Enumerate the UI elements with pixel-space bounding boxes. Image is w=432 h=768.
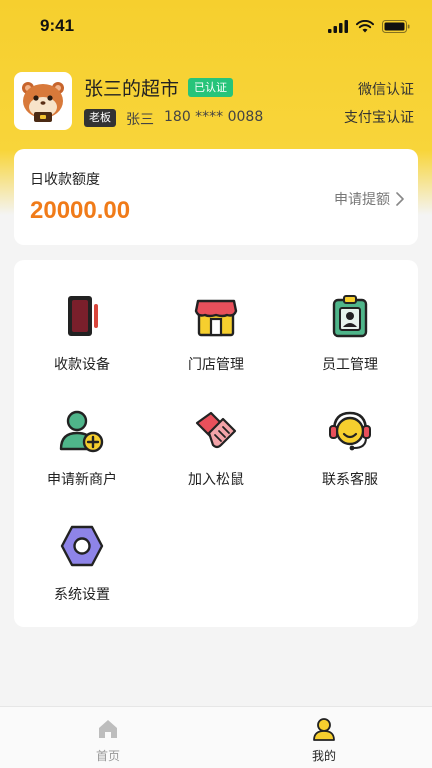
- apply-quota-label: 申请提额: [334, 192, 390, 208]
- tab-home[interactable]: 首页: [0, 707, 216, 768]
- alipay-auth-link[interactable]: 支付宝认证: [344, 107, 414, 127]
- avatar[interactable]: [14, 72, 72, 130]
- owner-name: 张三: [126, 112, 154, 128]
- profile-icon: [313, 718, 335, 741]
- menu-item-payment-device[interactable]: 收款设备: [22, 292, 142, 392]
- handshake-icon: [192, 407, 240, 455]
- menu-label: 收款设备: [54, 357, 110, 373]
- menu-label: 门店管理: [188, 357, 244, 373]
- merchant-profile: 张三的超市 已认证 老板 张三 180 **** 0088 微信认证 支付宝认证: [14, 72, 418, 130]
- menu-item-customer-service[interactable]: 联系客服: [290, 407, 410, 507]
- owner-phone: 180 **** 0088: [164, 109, 264, 125]
- home-icon: [99, 720, 117, 738]
- status-icons: [328, 19, 410, 33]
- wechat-auth-link[interactable]: 微信认证: [358, 79, 414, 99]
- tab-mine[interactable]: 我的: [216, 707, 432, 768]
- menu-label: 员工管理: [322, 357, 378, 373]
- menu-label: 系统设置: [54, 587, 110, 603]
- quota-value: 20000.00: [30, 197, 131, 224]
- status-bar: 9:41: [0, 0, 432, 52]
- menu-item-store-management[interactable]: 门店管理: [156, 292, 276, 392]
- tab-mine-label: 我的: [311, 749, 336, 763]
- store-name: 张三的超市: [84, 78, 180, 100]
- menu-item-apply-merchant[interactable]: 申请新商户: [22, 407, 142, 507]
- menu-label: 申请新商户: [47, 472, 117, 488]
- function-menu: 收款设备 门店管理 员工管理 申请新商户 加入松鼠 联系客服 系统设置: [14, 260, 418, 627]
- customer-service-icon: [326, 407, 374, 455]
- verified-badge: 已认证: [188, 78, 233, 97]
- quota-label: 日收款额度: [30, 172, 100, 188]
- menu-item-system-settings[interactable]: 系统设置: [22, 522, 142, 622]
- menu-label: 加入松鼠: [188, 472, 244, 488]
- apply-quota-button[interactable]: 申请提额: [334, 189, 404, 209]
- menu-item-employee-management[interactable]: 员工管理: [290, 292, 410, 392]
- bottom-tabbar: 首页 我的: [0, 706, 432, 768]
- payment-device-icon: [58, 292, 106, 340]
- signal-icon: [328, 19, 348, 33]
- employee-badge-icon: [326, 292, 374, 340]
- menu-label: 联系客服: [322, 472, 378, 488]
- wifi-icon: [356, 19, 374, 32]
- store-icon: [192, 292, 240, 340]
- tab-home-label: 首页: [95, 749, 120, 763]
- battery-icon: [382, 19, 410, 33]
- daily-quota-card: 日收款额度 20000.00 申请提额: [14, 149, 418, 245]
- status-time: 9:41: [40, 16, 75, 35]
- menu-item-join-squirrel[interactable]: 加入松鼠: [156, 407, 276, 507]
- chevron-right-icon: [396, 192, 404, 206]
- add-merchant-icon: [58, 407, 106, 455]
- settings-hex-icon: [58, 522, 106, 570]
- hamster-avatar-icon: [22, 82, 64, 122]
- role-badge: 老板: [84, 109, 116, 127]
